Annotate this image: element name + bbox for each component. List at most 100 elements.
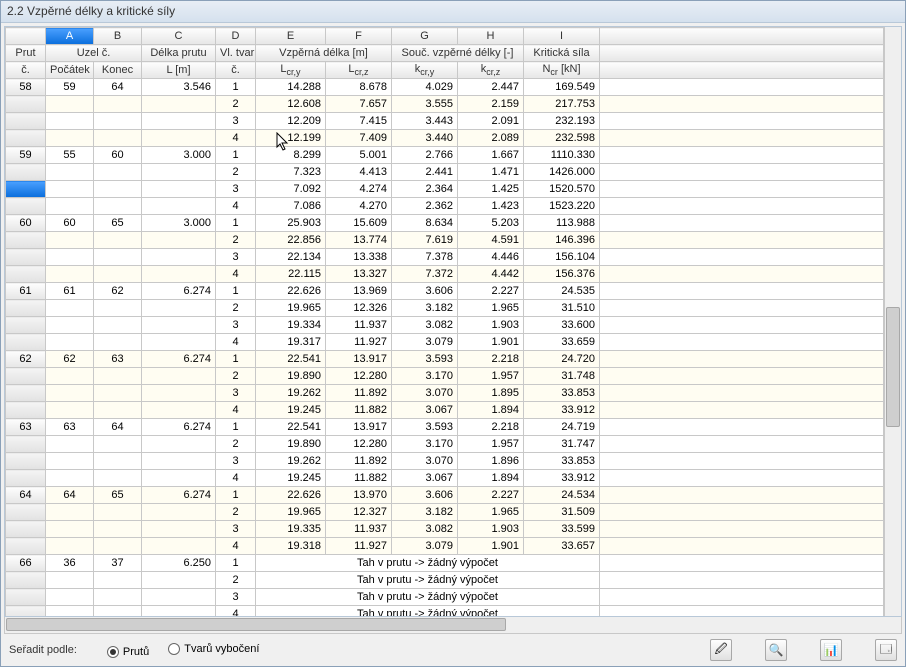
cell-g[interactable]: 3.170	[392, 368, 458, 385]
table-row[interactable]: 419.24511.8823.0671.89433.912	[6, 470, 884, 487]
cell-a[interactable]	[46, 249, 94, 266]
cell-h[interactable]: 2.447	[458, 79, 524, 96]
cell-b[interactable]	[94, 368, 142, 385]
cell-h[interactable]: 1.901	[458, 334, 524, 351]
row-header[interactable]: 60	[6, 215, 46, 232]
cell-i[interactable]: 31.510	[524, 300, 600, 317]
cell-h[interactable]: 2.218	[458, 419, 524, 436]
table-row[interactable]: 6262636.274122.54113.9173.5932.21824.720	[6, 351, 884, 368]
cell-rest[interactable]	[600, 317, 884, 334]
cell-b[interactable]: 64	[94, 419, 142, 436]
cell-b[interactable]	[94, 266, 142, 283]
cell-e[interactable]: 14.288	[256, 79, 326, 96]
row-header[interactable]: 66	[6, 555, 46, 572]
cell-c[interactable]: 6.274	[142, 283, 216, 300]
cell-f[interactable]: 4.270	[326, 198, 392, 215]
vscroll-thumb[interactable]	[886, 307, 900, 427]
cell-f[interactable]: 11.892	[326, 453, 392, 470]
cell-e[interactable]: 7.323	[256, 164, 326, 181]
cell-d[interactable]: 1	[216, 215, 256, 232]
cell-i[interactable]: 24.719	[524, 419, 600, 436]
col-letter-c[interactable]: C	[142, 28, 216, 45]
table-row[interactable]: 6363646.274122.54113.9173.5932.21824.719	[6, 419, 884, 436]
cell-d[interactable]: 1	[216, 487, 256, 504]
cell-c[interactable]	[142, 334, 216, 351]
row-header[interactable]	[6, 249, 46, 266]
cell-g[interactable]: 3.182	[392, 504, 458, 521]
cell-i[interactable]: 24.535	[524, 283, 600, 300]
table-row[interactable]: 6161626.274122.62613.9693.6062.22724.535	[6, 283, 884, 300]
row-header[interactable]	[6, 538, 46, 555]
cell-c[interactable]	[142, 402, 216, 419]
cell-b[interactable]: 65	[94, 215, 142, 232]
cell-rest[interactable]	[600, 504, 884, 521]
cell-a[interactable]	[46, 470, 94, 487]
table-row[interactable]: 219.96512.3263.1821.96531.510	[6, 300, 884, 317]
cell-rest[interactable]	[600, 487, 884, 504]
cell-c[interactable]	[142, 589, 216, 606]
cell-d[interactable]: 1	[216, 351, 256, 368]
row-header[interactable]	[6, 606, 46, 617]
cell-h[interactable]: 1.423	[458, 198, 524, 215]
cell-c[interactable]	[142, 232, 216, 249]
data-table[interactable]: A B C D E F G H I Prut Uzel č. Délka pru…	[5, 27, 884, 616]
cell-f[interactable]: 15.609	[326, 215, 392, 232]
cell-rest[interactable]	[600, 96, 884, 113]
cell-i[interactable]: 169.549	[524, 79, 600, 96]
cell-rest[interactable]	[600, 249, 884, 266]
cell-b[interactable]	[94, 385, 142, 402]
cell-g[interactable]: 3.443	[392, 113, 458, 130]
cell-b[interactable]	[94, 232, 142, 249]
cell-h[interactable]: 1.901	[458, 538, 524, 555]
cell-h[interactable]: 4.591	[458, 232, 524, 249]
row-header[interactable]	[6, 436, 46, 453]
cell-b[interactable]	[94, 96, 142, 113]
cell-a[interactable]	[46, 572, 94, 589]
table-row[interactable]: 27.3234.4132.4411.4711426.000	[6, 164, 884, 181]
cell-d[interactable]: 2	[216, 232, 256, 249]
table-row[interactable]: 319.26211.8923.0701.89533.853	[6, 385, 884, 402]
cell-g[interactable]: 3.082	[392, 317, 458, 334]
cell-c[interactable]: 3.546	[142, 79, 216, 96]
cell-h[interactable]: 4.446	[458, 249, 524, 266]
cell-e[interactable]: 19.317	[256, 334, 326, 351]
cell-f[interactable]: 11.882	[326, 402, 392, 419]
cell-f[interactable]: 13.338	[326, 249, 392, 266]
cell-b[interactable]	[94, 402, 142, 419]
cell-b[interactable]	[94, 164, 142, 181]
cell-rest[interactable]	[600, 402, 884, 419]
table-row[interactable]: 4Tah v prutu -> žádný výpočet	[6, 606, 884, 617]
table-row[interactable]: 319.26211.8923.0701.89633.853	[6, 453, 884, 470]
cell-a[interactable]: 63	[46, 419, 94, 436]
cell-f[interactable]: 13.917	[326, 419, 392, 436]
cell-rest[interactable]	[600, 232, 884, 249]
cell-c[interactable]	[142, 504, 216, 521]
cell-a[interactable]	[46, 181, 94, 198]
row-header[interactable]	[6, 232, 46, 249]
cell-d[interactable]: 3	[216, 249, 256, 266]
cell-rest[interactable]	[600, 130, 884, 147]
cell-e[interactable]: 19.890	[256, 436, 326, 453]
cell-e[interactable]: 19.890	[256, 368, 326, 385]
cell-b[interactable]	[94, 249, 142, 266]
cell-e[interactable]: 22.115	[256, 266, 326, 283]
cell-e[interactable]: 22.541	[256, 351, 326, 368]
cell-g[interactable]: 3.067	[392, 402, 458, 419]
table-row[interactable]: 419.24511.8823.0671.89433.912	[6, 402, 884, 419]
cell-d[interactable]: 2	[216, 504, 256, 521]
cell-a[interactable]	[46, 589, 94, 606]
table-row[interactable]: 222.85613.7747.6194.591146.396	[6, 232, 884, 249]
cell-h[interactable]: 2.091	[458, 113, 524, 130]
hscroll-thumb[interactable]	[6, 618, 506, 631]
cell-rest[interactable]	[600, 266, 884, 283]
cell-rest[interactable]	[600, 215, 884, 232]
cell-a[interactable]: 62	[46, 351, 94, 368]
cell-c[interactable]: 6.250	[142, 555, 216, 572]
cell-d[interactable]: 2	[216, 96, 256, 113]
cell-a[interactable]	[46, 198, 94, 215]
cell-g[interactable]: 2.364	[392, 181, 458, 198]
row-header[interactable]: 59	[6, 147, 46, 164]
cell-d[interactable]: 4	[216, 538, 256, 555]
table-row[interactable]: 37.0924.2742.3641.4251520.570	[6, 181, 884, 198]
row-header[interactable]: 63	[6, 419, 46, 436]
